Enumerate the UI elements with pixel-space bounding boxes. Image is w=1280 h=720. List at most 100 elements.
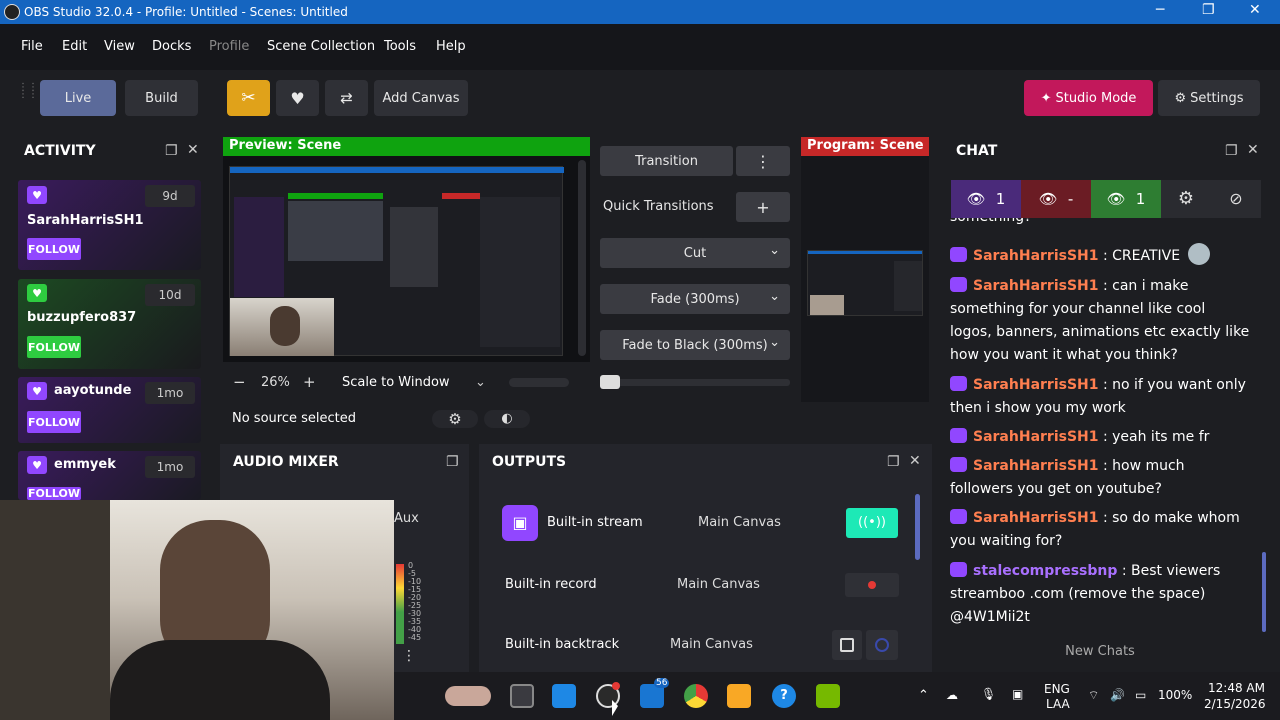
zoom-out-button[interactable]: −	[233, 373, 246, 391]
close-icon[interactable]: ✕	[187, 142, 199, 158]
menu-scene-collection[interactable]: Scene Collection	[267, 39, 375, 54]
swap-icon[interactable]: ⇄	[325, 80, 368, 116]
activity-item[interactable]: ♥ 10d buzzupfero837 FOLLOW	[18, 279, 201, 369]
backtrack-replay-button[interactable]	[866, 630, 898, 660]
clock-date[interactable]: 2/15/2026	[1204, 697, 1266, 711]
backtrack-checkbox[interactable]	[832, 630, 862, 660]
studio-mode-button[interactable]: ✦ Studio Mode	[1024, 80, 1153, 116]
activity-time: 1mo	[145, 456, 195, 478]
zoom-in-button[interactable]: +	[303, 373, 316, 391]
more-options-icon[interactable]: ⋮	[736, 146, 790, 176]
restore-button[interactable]: ❐	[1202, 2, 1215, 18]
scale-mode-value: Scale to Window	[342, 375, 450, 390]
battery-icon[interactable]: ▭	[1135, 688, 1146, 702]
float-icon[interactable]: ❐	[1225, 143, 1238, 159]
cloud-icon[interactable]: ☁	[946, 688, 958, 702]
tbar-handle[interactable]	[600, 375, 620, 389]
source-properties-gear-icon[interactable]: ⚙	[432, 410, 478, 428]
tray-expand-icon[interactable]: ⌃	[918, 688, 929, 703]
chat-message: SarahHarrisSH1 : yeah its me fr	[950, 426, 1250, 449]
nvidia-icon[interactable]	[816, 684, 840, 708]
tbar-slider[interactable]	[600, 375, 790, 389]
preview-canvas[interactable]	[223, 156, 590, 362]
viewer-count-twitch[interactable]: 👁 1	[951, 180, 1021, 218]
fade-black-transition-button[interactable]: Fade to Black (300ms) ⌄	[600, 330, 790, 360]
chrome-icon[interactable]	[684, 684, 708, 708]
viewer-count-total[interactable]: 👁 1	[1091, 180, 1161, 218]
language-code[interactable]: ENG	[1044, 682, 1070, 696]
scale-mode-select[interactable]: Scale to Window ⌄	[335, 370, 491, 396]
popout-icon[interactable]: ⊘	[1211, 180, 1261, 218]
task-view-icon[interactable]	[510, 684, 534, 708]
menu-profile[interactable]: Profile	[209, 39, 249, 54]
viewer-count-youtube[interactable]: 👁 -	[1021, 180, 1091, 218]
chat-username[interactable]: SarahHarrisSH1	[973, 510, 1099, 526]
program-label: Program: Scene	[807, 138, 924, 153]
build-mode-button[interactable]: Build	[125, 80, 198, 116]
menu-file[interactable]: File	[21, 39, 43, 54]
float-icon[interactable]: ❐	[165, 143, 178, 159]
record-button[interactable]	[845, 573, 899, 597]
menu-edit[interactable]: Edit	[62, 39, 87, 54]
program-canvas[interactable]	[801, 156, 929, 402]
source-filters-icon[interactable]: ◐	[484, 410, 530, 428]
output-canvas: Main Canvas	[698, 515, 781, 530]
chat-username[interactable]: SarahHarrisSH1	[973, 248, 1099, 264]
volume-icon[interactable]: 🔊	[1110, 688, 1125, 702]
language-layout[interactable]: LAA	[1046, 697, 1070, 711]
help-icon[interactable]: ?	[772, 684, 796, 708]
outlook-icon[interactable]	[552, 684, 576, 708]
outputs-scrollbar[interactable]	[915, 494, 920, 560]
minimize-button[interactable]: ─	[1156, 2, 1164, 18]
preview-label-bar: Preview: Scene	[223, 137, 590, 156]
menu-tools[interactable]: Tools	[384, 39, 416, 54]
clock-time[interactable]: 12:48 AM	[1208, 681, 1265, 695]
float-icon[interactable]: ❐	[446, 454, 459, 470]
chat-separator: :	[1098, 510, 1113, 526]
gear-icon[interactable]: ⚙	[1161, 180, 1211, 218]
preview-scroll-h[interactable]	[509, 378, 569, 387]
chat-username[interactable]: SarahHarrisSH1	[973, 458, 1099, 474]
microphone-icon[interactable]: 🎙	[981, 687, 996, 701]
chat-scrollbar[interactable]	[1262, 552, 1266, 632]
fade-transition-button[interactable]: Fade (300ms) ⌄	[600, 284, 790, 314]
wifi-icon[interactable]: ⌔	[1088, 688, 1099, 703]
preview-scrollbar[interactable]	[578, 160, 586, 356]
menu-view[interactable]: View	[104, 39, 135, 54]
record-dot-icon	[868, 581, 876, 589]
drag-handle-icon[interactable]: ⋮⋮ ⋮⋮	[18, 83, 38, 112]
settings-button[interactable]: ⚙ Settings	[1158, 80, 1260, 116]
search-widget-icon[interactable]	[445, 686, 491, 706]
menu-help[interactable]: Help	[436, 39, 466, 54]
close-button[interactable]: ✕	[1249, 2, 1261, 18]
float-icon[interactable]: ❐	[887, 454, 900, 470]
chat-username[interactable]: SarahHarrisSH1	[973, 377, 1099, 393]
capture-icon[interactable]: ▣	[1012, 687, 1023, 701]
add-canvas-button[interactable]: Add Canvas	[374, 80, 468, 116]
file-explorer-icon[interactable]	[727, 684, 751, 708]
close-icon[interactable]: ✕	[1247, 142, 1259, 158]
cut-transition-button[interactable]: Cut ⌄	[600, 238, 790, 268]
transition-button[interactable]: Transition	[600, 146, 733, 176]
fade-black-label: Fade to Black (300ms)	[622, 337, 768, 353]
add-quick-transition-button[interactable]: +	[736, 192, 790, 222]
checkbox-icon	[840, 638, 854, 652]
nested-webcam	[810, 295, 844, 315]
live-mode-button[interactable]: Live	[40, 80, 116, 116]
scissors-icon[interactable]: ✂	[227, 80, 270, 116]
chat-username[interactable]: stalecompressbnp	[973, 563, 1117, 579]
mixer-options-icon[interactable]: ⋮	[402, 648, 416, 664]
activity-item[interactable]: ♥ 1mo aayotunde FOLLOW	[18, 377, 201, 443]
activity-item[interactable]: ♥ 9d SarahHarrisSH1 FOLLOW	[18, 180, 201, 270]
studio-mode-label: Studio Mode	[1055, 90, 1137, 106]
menu-docks[interactable]: Docks	[152, 39, 191, 54]
chat-username[interactable]: SarahHarrisSH1	[973, 429, 1099, 445]
teams-icon[interactable]: 56	[640, 678, 670, 708]
new-chats-divider[interactable]: New Chats	[950, 644, 1250, 659]
activity-item[interactable]: ♥ 1mo emmyek FOLLOW	[18, 451, 201, 500]
gear-icon: ⚙	[1174, 90, 1187, 106]
chat-username[interactable]: SarahHarrisSH1	[973, 278, 1099, 294]
heart-icon[interactable]: ♥	[276, 80, 319, 116]
stream-live-icon[interactable]: ((•))	[846, 508, 898, 538]
close-icon[interactable]: ✕	[909, 453, 921, 469]
